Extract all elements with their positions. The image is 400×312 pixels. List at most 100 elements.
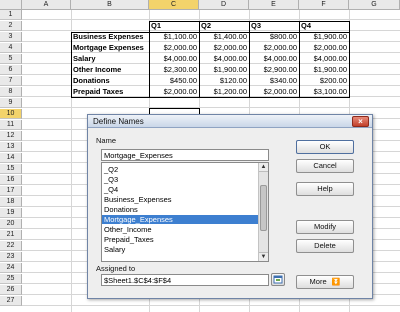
table-border [199, 21, 200, 98]
list-item[interactable]: _Q4 [102, 185, 258, 194]
table-border [149, 21, 150, 98]
row-header[interactable]: 2 [0, 21, 22, 31]
row-header[interactable]: 11 [0, 120, 22, 130]
row-label[interactable]: Other Income [71, 65, 149, 75]
value-cell[interactable]: $2,000.00 [199, 43, 249, 53]
list-scrollbar[interactable]: ▲ ▼ [258, 163, 268, 261]
list-item[interactable]: Salary [102, 245, 258, 254]
value-cell[interactable]: $2,000.00 [149, 43, 199, 53]
row-header[interactable]: 24 [0, 263, 22, 273]
list-item[interactable]: Prepaid_Taxes [102, 235, 258, 244]
row-header[interactable]: 16 [0, 175, 22, 185]
cell-d2[interactable]: Q2 [199, 21, 249, 31]
shrink-reference-icon[interactable] [271, 273, 285, 286]
cell-e2[interactable]: Q3 [249, 21, 299, 31]
close-icon[interactable]: × [352, 116, 369, 127]
row-header[interactable]: 10 [0, 109, 22, 119]
value-cell[interactable]: $2,000.00 [249, 87, 299, 97]
value-cell[interactable]: $450.00 [149, 76, 199, 86]
row-header[interactable]: 22 [0, 241, 22, 251]
help-button[interactable]: Help [296, 182, 354, 196]
name-input[interactable]: Mortgage_Expenses [101, 149, 269, 161]
value-cell[interactable]: $1,900.00 [299, 65, 349, 75]
value-cell[interactable]: $800.00 [249, 32, 299, 42]
row-label[interactable]: Business Expenses [71, 32, 149, 42]
row-label[interactable]: Mortgage Expenses [71, 43, 149, 53]
value-cell[interactable]: $200.00 [299, 76, 349, 86]
row-header[interactable]: 9 [0, 98, 22, 108]
column-header-a[interactable]: A [22, 0, 71, 10]
row-header[interactable]: 14 [0, 153, 22, 163]
value-cell[interactable]: $1,900.00 [299, 32, 349, 42]
dialog-titlebar[interactable]: Define Names × [88, 115, 372, 128]
delete-button[interactable]: Delete [296, 239, 354, 253]
row-header[interactable]: 13 [0, 142, 22, 152]
row-header[interactable]: 7 [0, 76, 22, 86]
scroll-up-icon[interactable]: ▲ [259, 163, 268, 172]
table-border [71, 32, 349, 33]
row-header[interactable]: 27 [0, 296, 22, 306]
row-header[interactable]: 1 [0, 10, 22, 20]
row-header[interactable]: 26 [0, 285, 22, 295]
row-header[interactable]: 21 [0, 230, 22, 240]
column-header-c[interactable]: C [149, 0, 199, 10]
list-item[interactable]: Other_Income [102, 225, 258, 234]
list-item[interactable]: _Q2 [102, 165, 258, 174]
name-label: Name [96, 136, 117, 145]
row-header[interactable]: 4 [0, 43, 22, 53]
scroll-down-icon[interactable]: ▼ [259, 252, 268, 261]
column-header-b[interactable]: B [71, 0, 149, 10]
table-border [71, 97, 349, 98]
row-header[interactable]: 5 [0, 54, 22, 64]
value-cell[interactable]: $120.00 [199, 76, 249, 86]
value-cell[interactable]: $2,000.00 [299, 43, 349, 53]
column-header-f[interactable]: F [299, 0, 349, 10]
more-button[interactable]: More ⏬ [296, 275, 354, 289]
list-item[interactable]: Donations [102, 205, 258, 214]
column-header-g[interactable]: G [349, 0, 400, 10]
list-item[interactable]: _Q3 [102, 175, 258, 184]
column-header-d[interactable]: D [199, 0, 249, 10]
row-label[interactable]: Prepaid Taxes [71, 87, 149, 97]
row-header[interactable]: 20 [0, 219, 22, 229]
list-item-selected[interactable]: Mortgage_Expenses [102, 215, 258, 224]
assigned-to-input[interactable]: $Sheet1.$C$4:$F$4 [101, 274, 269, 286]
double-chevron-down-icon: ⏬ [331, 279, 341, 286]
row-header[interactable]: 19 [0, 208, 22, 218]
value-cell[interactable]: $2,900.00 [249, 65, 299, 75]
cancel-button[interactable]: Cancel [296, 159, 354, 173]
ok-button[interactable]: OK [296, 140, 354, 154]
row-header[interactable]: 12 [0, 131, 22, 141]
row-header[interactable]: 8 [0, 87, 22, 97]
row-header[interactable]: 18 [0, 197, 22, 207]
value-cell[interactable]: $4,000.00 [249, 54, 299, 64]
scroll-thumb[interactable] [260, 185, 267, 231]
value-cell[interactable]: $340.00 [249, 76, 299, 86]
value-cell[interactable]: $1,900.00 [199, 65, 249, 75]
value-cell[interactable]: $1,200.00 [199, 87, 249, 97]
cell-f2[interactable]: Q4 [299, 21, 349, 31]
value-cell[interactable]: $1,400.00 [199, 32, 249, 42]
names-list[interactable]: _Q2 _Q3 _Q4 Business_Expenses Donations … [101, 162, 269, 262]
value-cell[interactable]: $3,100.00 [299, 87, 349, 97]
row-header[interactable]: 3 [0, 32, 22, 42]
value-cell[interactable]: $2,300.00 [149, 65, 199, 75]
row-label[interactable]: Donations [71, 76, 149, 86]
value-cell[interactable]: $2,000.00 [149, 87, 199, 97]
row-header[interactable]: 23 [0, 252, 22, 262]
list-item[interactable]: Business_Expenses [102, 195, 258, 204]
value-cell[interactable]: $4,000.00 [149, 54, 199, 64]
cell-c2[interactable]: Q1 [149, 21, 199, 31]
select-all-corner[interactable] [0, 0, 22, 10]
row-header[interactable]: 25 [0, 274, 22, 284]
row-header[interactable]: 6 [0, 65, 22, 75]
value-cell[interactable]: $4,000.00 [199, 54, 249, 64]
modify-button[interactable]: Modify [296, 220, 354, 234]
value-cell[interactable]: $2,000.00 [249, 43, 299, 53]
row-header[interactable]: 15 [0, 164, 22, 174]
row-header[interactable]: 17 [0, 186, 22, 196]
value-cell[interactable]: $4,000.00 [299, 54, 349, 64]
value-cell[interactable]: $1,100.00 [149, 32, 199, 42]
row-label[interactable]: Salary [71, 54, 149, 64]
column-header-e[interactable]: E [249, 0, 299, 10]
